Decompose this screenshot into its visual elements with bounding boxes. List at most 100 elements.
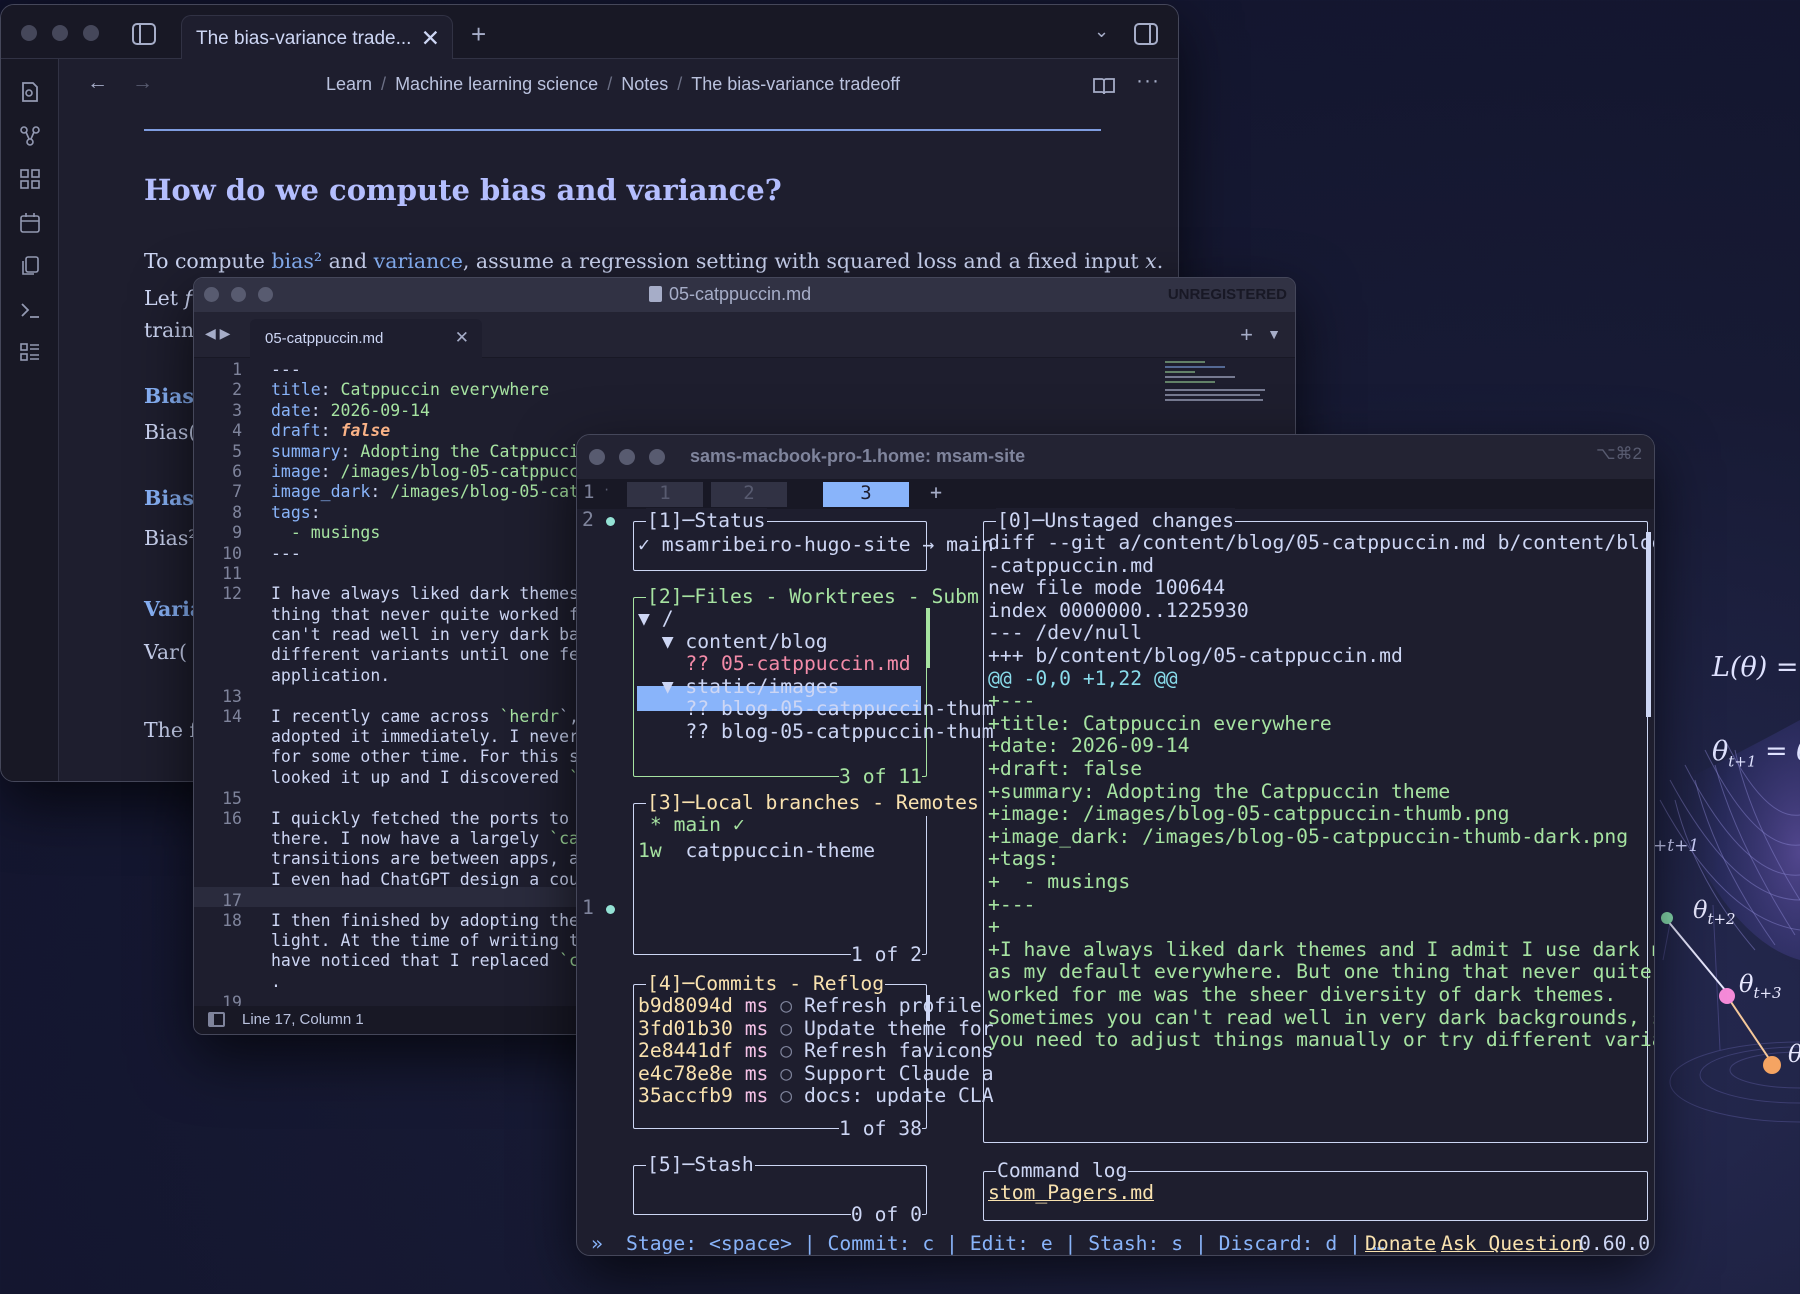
- breadcrumb-current[interactable]: The bias-variance tradeoff: [691, 74, 900, 94]
- stash-panel[interactable]: [5]─Stash 0 of 0: [633, 1152, 927, 1228]
- breadcrumb-learn[interactable]: Learn: [326, 74, 372, 94]
- terminal-shortcut: ⌥⌘2: [1595, 444, 1642, 463]
- tmux-tab-3[interactable]: 3: [823, 482, 909, 507]
- branches-panel[interactable]: [3]─Local branches - Remotes * main ✓ 1w…: [633, 790, 980, 968]
- ask-question-link[interactable]: Ask Question: [1441, 1231, 1583, 1255]
- sidebar-toggle-icon[interactable]: [132, 23, 156, 45]
- terminal-zoom-button[interactable]: [649, 449, 665, 465]
- tab-nav-arrows-icon[interactable]: ◀ ▶: [205, 325, 230, 342]
- branch-marker-main: *: [638, 813, 662, 836]
- commit-author: ms: [744, 994, 769, 1017]
- code-line: - musings: [271, 523, 381, 543]
- version-label: 0.60.0: [1579, 1232, 1651, 1255]
- tmux-add-tab-button[interactable]: +: [930, 480, 942, 504]
- sublime-zoom-button[interactable]: [258, 287, 273, 302]
- header-divider: [144, 129, 1101, 131]
- sublime-new-tab-icon[interactable]: +: [1240, 322, 1253, 348]
- commit-hash: e4c78e8e: [638, 1061, 733, 1085]
- point-t3-marker: [1719, 988, 1735, 1004]
- tab-list-chevron-icon[interactable]: ⌄: [1094, 21, 1109, 42]
- sublime-tab-menu-icon[interactable]: ▼: [1267, 326, 1281, 342]
- terminal-icon[interactable]: [19, 299, 41, 321]
- commits-scrollbar[interactable]: [926, 995, 930, 1021]
- window-minimize-button[interactable]: [52, 25, 68, 41]
- tmux-tab-1[interactable]: 1: [627, 482, 703, 507]
- code-line: there. I now have a largely `cat: [271, 828, 589, 848]
- status-panel[interactable]: [1]─Status ✓ msamribeiro-hugo-site → mai…: [633, 508, 994, 571]
- code-line: different variants until one fee: [271, 645, 589, 665]
- branch-main[interactable]: main ✓: [674, 813, 745, 836]
- terminal-close-button[interactable]: [589, 449, 605, 465]
- sublime-tab[interactable]: 05-catppuccin.md ✕: [250, 319, 482, 358]
- commits-panel-count: 1 of 38: [839, 1116, 922, 1142]
- update-equation: θt+1 = θ: [1712, 736, 1800, 771]
- donate-link[interactable]: Donate: [1365, 1231, 1436, 1255]
- code-line: can't read well in very dark bac: [271, 625, 589, 645]
- diff-scrollbar[interactable]: [1646, 532, 1651, 717]
- code-line: for some other time. For this sh: [271, 747, 589, 767]
- calendar-icon[interactable]: [19, 212, 41, 234]
- link-variance[interactable]: variance: [374, 249, 463, 273]
- close-tab-icon[interactable]: ✕: [421, 25, 440, 52]
- command-log-panel[interactable]: Command log stom_Pagers.md: [983, 1158, 1648, 1221]
- diff-line: +image_dark: /images/blog-05-catppuccin-…: [988, 824, 1629, 848]
- code-line: looked it up and I discovered `c: [271, 767, 589, 787]
- pane-number-bottom: 1: [582, 896, 594, 919]
- commits-panel[interactable]: [4]─Commits - Reflog b9d8094d ms ○ Refre…: [633, 971, 994, 1142]
- terminal-window: sams-macbook-pro-1.home: msam-site ⌥⌘2 1…: [576, 434, 1655, 1256]
- files-panel[interactable]: [2]─Files - Worktrees - Subm ▼ / ▼ conte…: [633, 584, 994, 790]
- files-scrollbar[interactable]: [926, 608, 930, 668]
- window-zoom-button[interactable]: [83, 25, 99, 41]
- commit-message: Refresh profile: [803, 994, 982, 1017]
- label-t1: +t+1: [1653, 836, 1700, 856]
- note-paragraph: To compute bias² and variance, assume a …: [144, 249, 1164, 273]
- code-line: summary: Adopting the Catppuccin: [271, 441, 589, 461]
- minimap[interactable]: [1165, 358, 1285, 428]
- commit-message: Support Claude a: [803, 1061, 994, 1085]
- back-arrow-icon[interactable]: ←: [87, 71, 108, 95]
- canvas-grid-icon[interactable]: [19, 168, 41, 190]
- code-line: transitions are between apps, an: [271, 849, 589, 869]
- right-sidebar-toggle-icon[interactable]: [1134, 23, 1158, 45]
- code-line: ---: [271, 360, 301, 379]
- code-line: title: Catppuccin everywhere: [271, 380, 550, 400]
- line-numbers: 1 2 3 4 5 6 7 8 9 10 11 12 13 14 15 16 1…: [222, 360, 242, 1012]
- search-file-icon[interactable]: [19, 81, 41, 103]
- branch-catppuccin-theme[interactable]: catppuccin-theme: [685, 839, 875, 862]
- panel-toggle-icon[interactable]: [208, 1012, 225, 1027]
- more-options-icon[interactable]: ···: [1136, 69, 1160, 93]
- terminal-minimize-button[interactable]: [619, 449, 635, 465]
- code-line: draft: false: [271, 421, 391, 441]
- window-close-button[interactable]: [21, 25, 37, 41]
- outline-list-icon[interactable]: [19, 341, 41, 363]
- note-line-var: Var(: [144, 640, 187, 664]
- sublime-minimize-button[interactable]: [231, 287, 246, 302]
- code-line: thing that never quite worked fo: [271, 604, 589, 624]
- file-tree-row[interactable]: ?? 05-catppuccin.md: [638, 651, 910, 677]
- breadcrumb-ml-science[interactable]: Machine learning science: [395, 74, 598, 94]
- pane-separator-dot-icon: ·: [603, 483, 611, 497]
- commit-row[interactable]: 35accfb9 ms ○ docs: update CLA: [638, 1083, 994, 1109]
- sublime-close-button[interactable]: [204, 287, 219, 302]
- tab-bias-variance[interactable]: The bias-variance trade... ✕: [181, 15, 453, 59]
- file-tree-row[interactable]: ?? blog-05-catppuccin-thum: [638, 719, 993, 745]
- label-t3: θt+3: [1739, 970, 1782, 1002]
- pane-number-mid: 2: [582, 508, 594, 531]
- copy-files-icon[interactable]: [19, 255, 41, 277]
- files-panel-count: 3 of 11: [839, 764, 922, 790]
- tmux-tab-2[interactable]: 2: [711, 482, 787, 507]
- sublime-close-tab-icon[interactable]: ✕: [455, 328, 469, 348]
- forward-arrow-icon[interactable]: →: [132, 71, 153, 95]
- reading-view-icon[interactable]: [1092, 76, 1116, 96]
- tab-title: The bias-variance trade...: [196, 28, 412, 49]
- graph-view-icon[interactable]: [19, 125, 41, 147]
- background-math-art: L(θ) = θt+1 = θ +t+1 t+2θt+2 θt+3 θ: [1653, 600, 1800, 1294]
- obsidian-ribbon: [1, 59, 59, 781]
- breadcrumb-notes[interactable]: Notes: [621, 74, 668, 94]
- branches-panel-count: 1 of 2: [850, 942, 922, 968]
- diff-panel[interactable]: [0]─Unstaged changes diff --git a/conten…: [983, 508, 1654, 1143]
- link-bias[interactable]: bias²: [271, 249, 322, 273]
- new-tab-icon[interactable]: +: [471, 19, 486, 50]
- note-line-the: The f: [144, 718, 198, 742]
